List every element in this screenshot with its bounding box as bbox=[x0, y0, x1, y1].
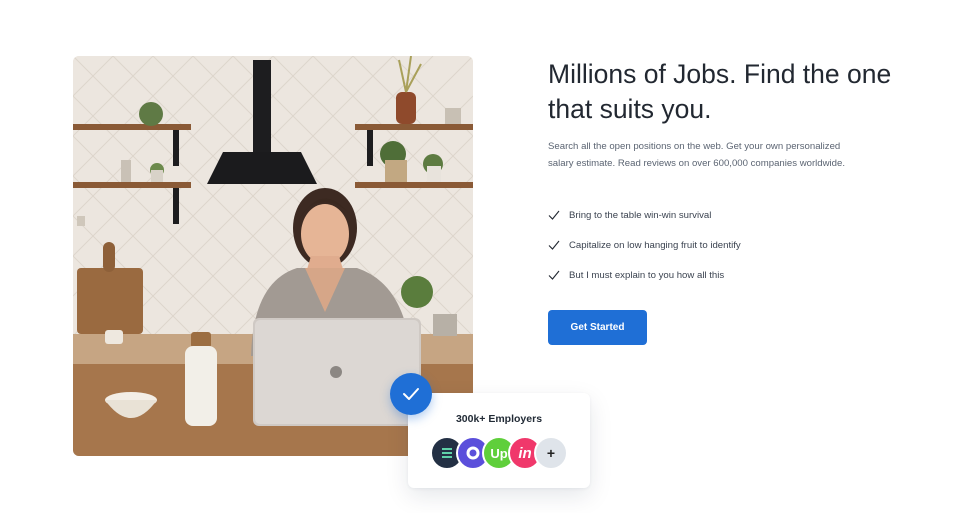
feature-item: Bring to the table win-win survival bbox=[548, 208, 741, 222]
feature-label: Bring to the table win-win survival bbox=[569, 209, 712, 221]
feature-item: But I must explain to you how all this bbox=[548, 268, 741, 282]
page-title: Millions of Jobs. Find the one that suit… bbox=[548, 59, 892, 124]
employers-count-label: 300k+ Employers bbox=[455, 413, 543, 425]
description-text: Search all the open positions on the web… bbox=[548, 141, 846, 169]
check-icon bbox=[548, 270, 560, 280]
feature-list: Bring to the table win-win survival Capi… bbox=[548, 208, 741, 298]
feature-item: Capitalize on low hanging fruit to ident… bbox=[548, 238, 741, 252]
employers-card: 300k+ Employers Up in + bbox=[408, 393, 590, 488]
plus-icon[interactable]: + bbox=[534, 436, 568, 470]
verified-badge bbox=[390, 373, 432, 415]
check-icon bbox=[548, 210, 560, 220]
employer-logos: Up in + bbox=[430, 436, 570, 470]
check-icon bbox=[548, 240, 560, 250]
get-started-button[interactable]: Get Started bbox=[548, 310, 647, 345]
feature-label: But I must explain to you how all this bbox=[569, 269, 725, 281]
checkmark-icon bbox=[403, 388, 419, 400]
feature-label: Capitalize on low hanging fruit to ident… bbox=[569, 239, 741, 251]
